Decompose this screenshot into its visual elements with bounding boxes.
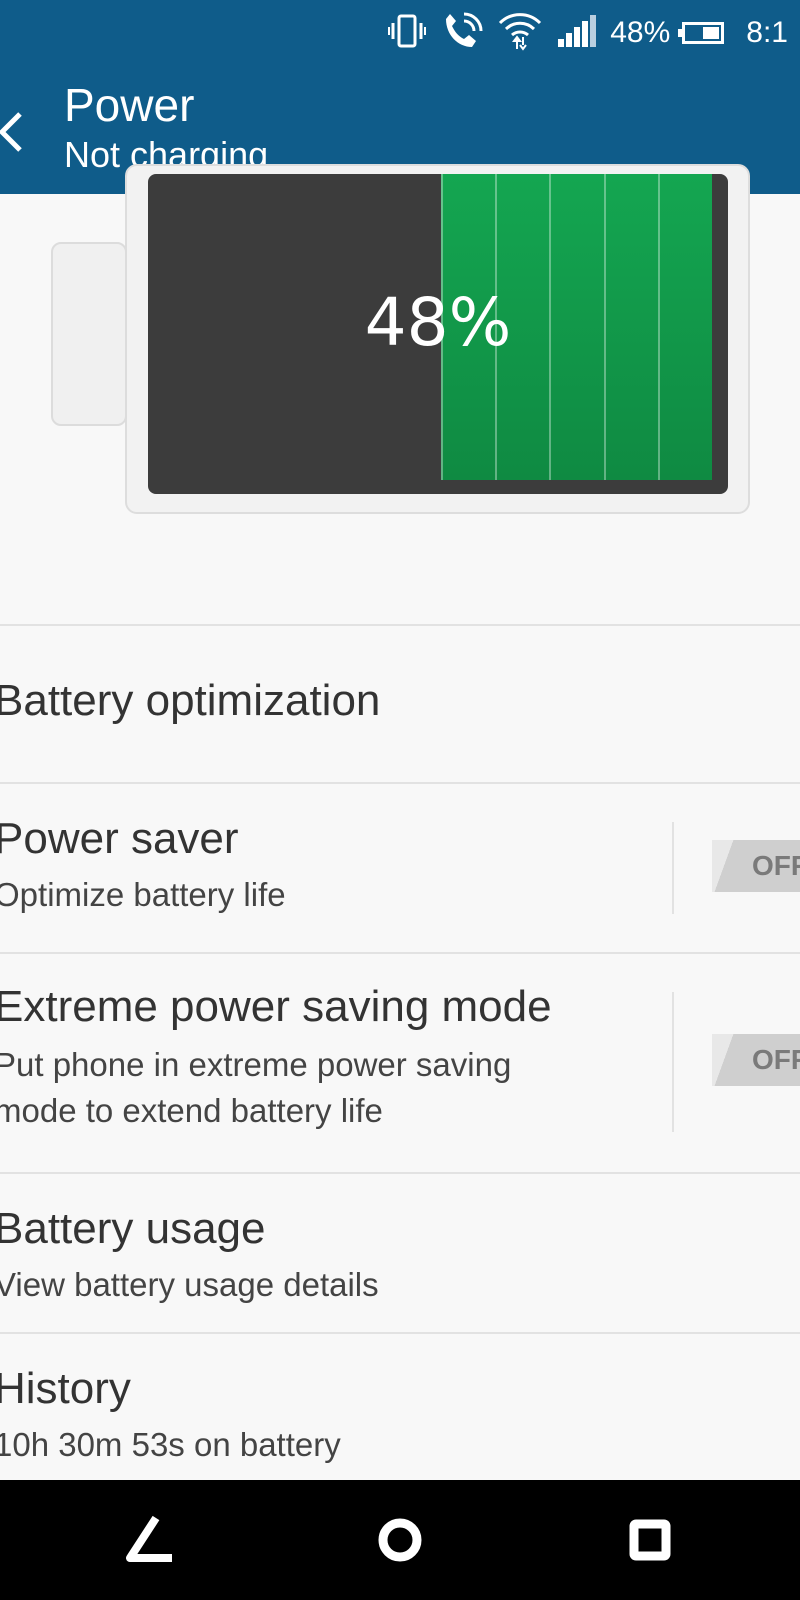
page-title: Power xyxy=(64,79,195,131)
battery-terminal xyxy=(51,242,127,426)
history-row[interactable]: History 10h 30m 53s on battery xyxy=(0,1332,800,1494)
extreme-mode-toggle[interactable]: OFF xyxy=(712,1034,800,1086)
clock-text: 8:1 xyxy=(746,16,788,49)
row-title: Extreme power saving mode xyxy=(0,982,552,1031)
battery-percent-text: 48% xyxy=(610,16,671,49)
back-icon[interactable] xyxy=(118,1508,182,1572)
status-icons: 48% 8:1 xyxy=(388,10,800,56)
battery-usage-row[interactable]: Battery usage View battery usage details xyxy=(0,1172,800,1332)
row-title: Battery optimization xyxy=(0,676,381,725)
row-subtitle: mode to extend battery life xyxy=(0,1092,383,1129)
row-subtitle: 10h 30m 53s on battery xyxy=(0,1426,341,1463)
divider xyxy=(672,822,674,914)
toggle-label: OFF xyxy=(752,1044,800,1075)
row-subtitle: Put phone in extreme power saving xyxy=(0,1046,512,1083)
battery-optimization-row[interactable]: Battery optimization xyxy=(0,624,800,782)
recents-icon[interactable] xyxy=(618,1508,682,1572)
battery-percent-label: 48% xyxy=(364,284,512,361)
row-subtitle: View battery usage details xyxy=(0,1266,379,1303)
power-saver-row[interactable]: Power saver Optimize battery life OFF xyxy=(0,782,800,952)
navigation-bar xyxy=(0,1480,800,1600)
battery-body: 48% xyxy=(148,174,728,494)
wifi-calling-icon xyxy=(440,11,484,56)
toggle-label: OFF xyxy=(752,850,800,881)
extreme-power-saving-row[interactable]: Extreme power saving mode Put phone in e… xyxy=(0,952,800,1172)
status-bar: 48% 8:1 xyxy=(0,0,800,66)
home-icon[interactable] xyxy=(368,1508,432,1572)
signal-icon xyxy=(556,14,597,52)
row-title: Battery usage xyxy=(0,1204,266,1253)
settings-list: Battery optimization Power saver Optimiz… xyxy=(0,624,800,1494)
battery-icon xyxy=(678,22,725,44)
row-title: Power saver xyxy=(0,814,239,863)
wifi-icon xyxy=(498,11,542,56)
row-title: History xyxy=(0,1364,131,1413)
back-arrow-icon[interactable] xyxy=(0,110,38,154)
vibrate-icon xyxy=(388,12,427,55)
row-subtitle: Optimize battery life xyxy=(0,876,286,913)
power-saver-toggle[interactable]: OFF xyxy=(712,840,800,892)
divider xyxy=(672,992,674,1132)
battery-graphic: 48% xyxy=(0,164,800,624)
